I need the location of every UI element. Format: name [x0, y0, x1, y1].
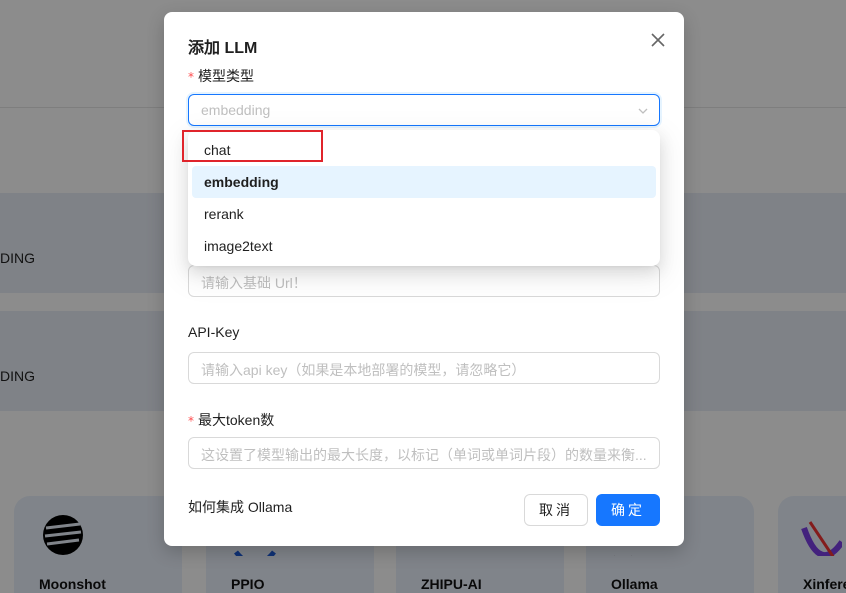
ollama-integration-link[interactable]: 如何集成 Ollama: [188, 497, 292, 517]
cancel-button[interactable]: 取消: [524, 494, 588, 526]
model-type-select[interactable]: embedding: [188, 94, 660, 126]
model-type-label: * 模型类型: [188, 66, 254, 86]
base-url-placeholder: 请输入基础 Url！: [201, 275, 307, 291]
max-tokens-label: * 最大token数: [188, 410, 274, 430]
dropdown-option-rerank[interactable]: rerank: [192, 198, 656, 230]
api-key-input[interactable]: 请输入api key（如果是本地部署的模型，请忽略它）: [188, 352, 660, 384]
model-type-select-value: embedding: [201, 102, 271, 118]
close-icon: [651, 33, 665, 47]
base-url-input[interactable]: 请输入基础 Url！: [188, 265, 660, 297]
max-tokens-placeholder: 这设置了模型输出的最大长度，以标记（单词或单词片段）的数量来衡...: [201, 447, 647, 463]
max-tokens-label-text: 最大token数: [198, 412, 275, 428]
chevron-down-icon: [638, 108, 648, 114]
api-key-placeholder: 请输入api key（如果是本地部署的模型，请忽略它）: [201, 362, 526, 378]
confirm-button[interactable]: 确定: [596, 494, 660, 526]
api-key-label: API-Key: [188, 324, 240, 340]
max-tokens-input[interactable]: 这设置了模型输出的最大长度，以标记（单词或单词片段）的数量来衡...: [188, 437, 660, 469]
dropdown-option-image2text[interactable]: image2text: [192, 230, 656, 262]
close-button[interactable]: [648, 30, 668, 50]
model-type-label-text: 模型类型: [198, 68, 254, 84]
dropdown-option-embedding[interactable]: embedding: [192, 166, 656, 198]
required-mark: *: [188, 414, 194, 428]
add-llm-modal: 添加 LLM * 模型类型 embedding 请输入基础 Url！ API-Ke…: [164, 12, 684, 546]
required-mark: *: [188, 70, 194, 84]
annotation-highlight-box: [182, 130, 323, 162]
modal-title: 添加 LLM: [188, 40, 258, 57]
